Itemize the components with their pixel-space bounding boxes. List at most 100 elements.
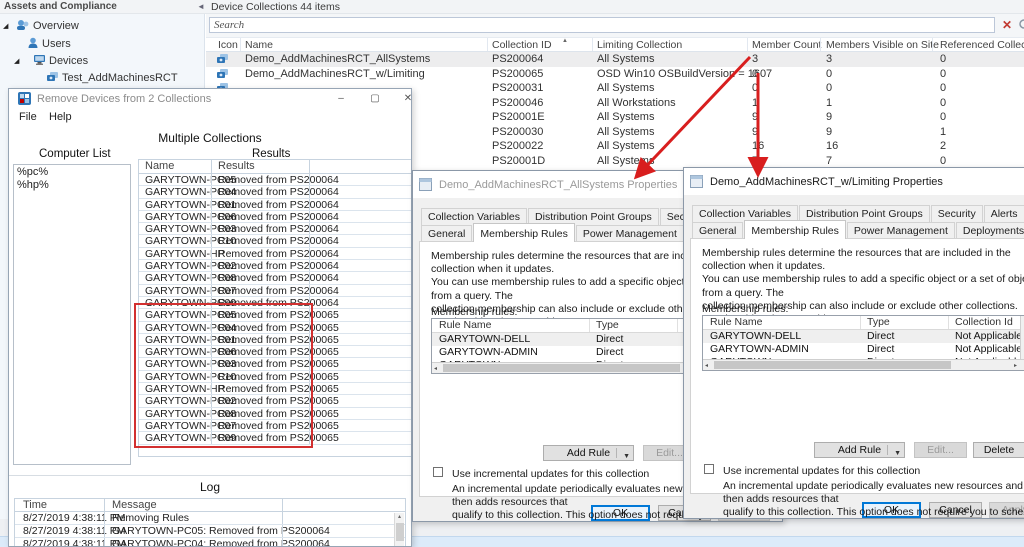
column-header-members-visible[interactable]: Members Visible on Site: [826, 39, 939, 51]
limiting-collection: All Workstations: [597, 96, 676, 109]
scroll-up-icon[interactable]: ▴: [398, 514, 401, 520]
tab[interactable]: Membership Rules: [473, 223, 575, 242]
log-column-time[interactable]: Time: [23, 499, 47, 511]
result-row[interactable]: GARYTOWN-PC03 Removed from PS200065: [139, 358, 411, 371]
menu-help[interactable]: Help: [49, 111, 72, 123]
column-header-referenced-collections[interactable]: Referenced Collections: [940, 39, 1024, 51]
edit-button[interactable]: Edit...: [914, 442, 967, 458]
result-row[interactable]: GARYTOWN-PC09 Removed from PS200064: [139, 296, 411, 310]
results-column-results[interactable]: Results: [218, 160, 255, 172]
result-row[interactable]: GARYTOWN-PC04 Removed from PS200065: [139, 321, 411, 334]
dialog-title-bar[interactable]: Demo_AddMachinesRCT_w/Limiting Propertie…: [684, 168, 1024, 195]
sort-ascending-icon[interactable]: ▲: [562, 38, 568, 44]
tree-expanded-icon[interactable]: ◢: [3, 22, 8, 30]
column-header-name[interactable]: Name: [245, 39, 273, 51]
result-row[interactable]: GARYTOWN-PC07 Removed from PS200064: [139, 284, 411, 297]
result-row[interactable]: GARYTOWN-PC02 Removed from PS200064: [139, 260, 411, 273]
result-row[interactable]: GARYTOWN-PC10 Removed from PS200065: [139, 370, 411, 384]
result-row[interactable]: GARYTOWN-PC03 Removed from PS200064: [139, 223, 411, 236]
users-icon: [28, 37, 38, 48]
scrollbar-thumb[interactable]: [396, 523, 404, 541]
referenced-collections: 0: [940, 82, 947, 94]
members-visible: 9: [826, 111, 833, 123]
tab[interactable]: Membership Rules: [744, 220, 846, 239]
result-row[interactable]: GARYTOWN-HP Removed from PS200065: [139, 383, 411, 396]
log-column-message[interactable]: Message: [112, 499, 157, 511]
rules-column-type[interactable]: Type: [596, 319, 619, 331]
tab[interactable]: Security: [930, 205, 983, 222]
log-scrollbar[interactable]: ▴: [394, 513, 404, 546]
results-column-name[interactable]: Name: [145, 160, 174, 172]
column-header-collection-id[interactable]: Collection ID: [492, 39, 552, 51]
dialog-title: Demo_AddMachinesRCT_w/Limiting Propertie…: [710, 176, 943, 188]
removal-result: Removed from PS200065: [218, 358, 339, 371]
result-row[interactable]: GARYTOWN-PC07 Removed from PS200065: [139, 419, 411, 433]
rules-vertical-scrollbar[interactable]: ▴ ▾: [1020, 316, 1024, 359]
collection-id: PS200031: [492, 82, 544, 94]
rule-row[interactable]: GARYTOWN-ADMIN Direct Not Applicable: [703, 343, 1024, 356]
add-rule-button[interactable]: Add Rule ▼: [814, 442, 905, 458]
column-header-member-count[interactable]: Member Count: [752, 39, 821, 51]
menu-file[interactable]: File: [19, 111, 37, 123]
collapse-pane-icon[interactable]: ◄: [197, 2, 205, 11]
column-header-icon[interactable]: Icon: [218, 39, 238, 51]
rule-row[interactable]: GARYTOWN-DELL Direct Not Applicable: [703, 330, 1024, 343]
tab[interactable]: Power Management: [575, 225, 684, 242]
close-button[interactable]: ✕: [396, 91, 411, 107]
add-rule-button[interactable]: Add Rule ▼: [543, 445, 634, 461]
result-row[interactable]: GARYTOWN-PC09 Removed from PS200065: [139, 432, 411, 445]
scroll-left-icon[interactable]: ◂: [705, 362, 708, 369]
log-row[interactable]: 8/27/2019 4:38:11 PM GARYTOWN-PC04: Remo…: [15, 538, 405, 546]
remove-devices-dialog: Remove Devices from 2 Collections – ▢ ✕ …: [8, 88, 412, 547]
log-row[interactable]: 8/27/2019 4:38:11 PM GARYTOWN-PC05: Remo…: [15, 525, 405, 538]
maximize-button[interactable]: ▢: [363, 91, 387, 107]
rule-collection-id: Not Applicable: [955, 343, 1023, 355]
minimize-button[interactable]: –: [329, 91, 353, 107]
rules-horizontal-scrollbar[interactable]: ◂ ▸: [703, 359, 1024, 370]
result-row[interactable]: GARYTOWN-PC06 Removed from PS200064: [139, 210, 411, 224]
result-row[interactable]: GARYTOWN-PC08 Removed from PS200065: [139, 407, 411, 420]
rules-column-rule-name[interactable]: Rule Name: [439, 319, 492, 331]
result-row[interactable]: GARYTOWN-HP Removed from PS200064: [139, 247, 411, 261]
result-row[interactable]: GARYTOWN-PC10 Removed from PS200064: [139, 235, 411, 248]
rules-column-rule-name[interactable]: Rule Name: [710, 316, 763, 328]
collection-row[interactable]: Demo_AddMachinesRCT_AllSystems PS200064 …: [206, 52, 1024, 67]
search-input[interactable]: [209, 17, 995, 33]
rules-table-header[interactable]: Rule Name Type Collection Id: [703, 316, 1024, 330]
tab[interactable]: Deployments: [955, 222, 1024, 239]
result-row[interactable]: GARYTOWN-PC01 Removed from PS200065: [139, 333, 411, 347]
scrollbar-thumb[interactable]: [443, 364, 680, 372]
rules-column-type[interactable]: Type: [867, 316, 890, 328]
result-row[interactable]: GARYTOWN-PC08 Removed from PS200064: [139, 272, 411, 285]
column-header-limiting-collection[interactable]: Limiting Collection: [597, 39, 682, 51]
incremental-updates-checkbox[interactable]: [704, 464, 714, 474]
result-row[interactable]: GARYTOWN-PC05 Removed from PS200065: [139, 309, 411, 322]
rules-column-collection-id[interactable]: Collection Id: [955, 316, 1013, 328]
search-icon[interactable]: [1017, 18, 1024, 32]
tab[interactable]: Power Management: [846, 222, 955, 239]
tab[interactable]: Alerts: [983, 205, 1024, 222]
collection-id: PS200065: [492, 67, 544, 80]
dialog-title-bar[interactable]: Remove Devices from 2 Collections – ▢ ✕: [9, 89, 411, 109]
computer-list-input[interactable]: %pc% %hp%: [13, 164, 131, 465]
list-column-headers[interactable]: Icon Name Collection ID Limiting Collect…: [206, 37, 1024, 52]
result-row[interactable]: GARYTOWN-PC05 Removed from PS200064: [139, 174, 411, 187]
tab[interactable]: General: [692, 222, 744, 239]
scrollbar-thumb[interactable]: [714, 361, 951, 369]
log-table-header[interactable]: Time Message: [15, 499, 405, 512]
incremental-updates-checkbox[interactable]: [433, 467, 443, 477]
result-row[interactable]: GARYTOWN-PC04 Removed from PS200064: [139, 186, 411, 199]
collection-row[interactable]: Demo_AddMachinesRCT_w/Limiting PS200065 …: [206, 67, 1024, 82]
result-row[interactable]: GARYTOWN-PC01 Removed from PS200064: [139, 198, 411, 211]
removal-result: Removed from PS200065: [218, 333, 339, 346]
result-row[interactable]: GARYTOWN-PC06 Removed from PS200065: [139, 346, 411, 359]
results-table-header[interactable]: Name Results: [139, 160, 411, 174]
tab[interactable]: General: [421, 225, 473, 242]
tree-expanded-icon[interactable]: ◢: [14, 57, 19, 65]
log-row[interactable]: 8/27/2019 4:38:11 PM Removing Rules: [15, 512, 405, 525]
scroll-left-icon[interactable]: ◂: [434, 365, 437, 372]
delete-button[interactable]: Delete: [973, 442, 1024, 458]
clear-search-icon[interactable]: ✕: [999, 18, 1015, 32]
result-row[interactable]: GARYTOWN-PC02 Removed from PS200065: [139, 395, 411, 408]
scroll-right-icon[interactable]: ▸: [1014, 362, 1017, 369]
